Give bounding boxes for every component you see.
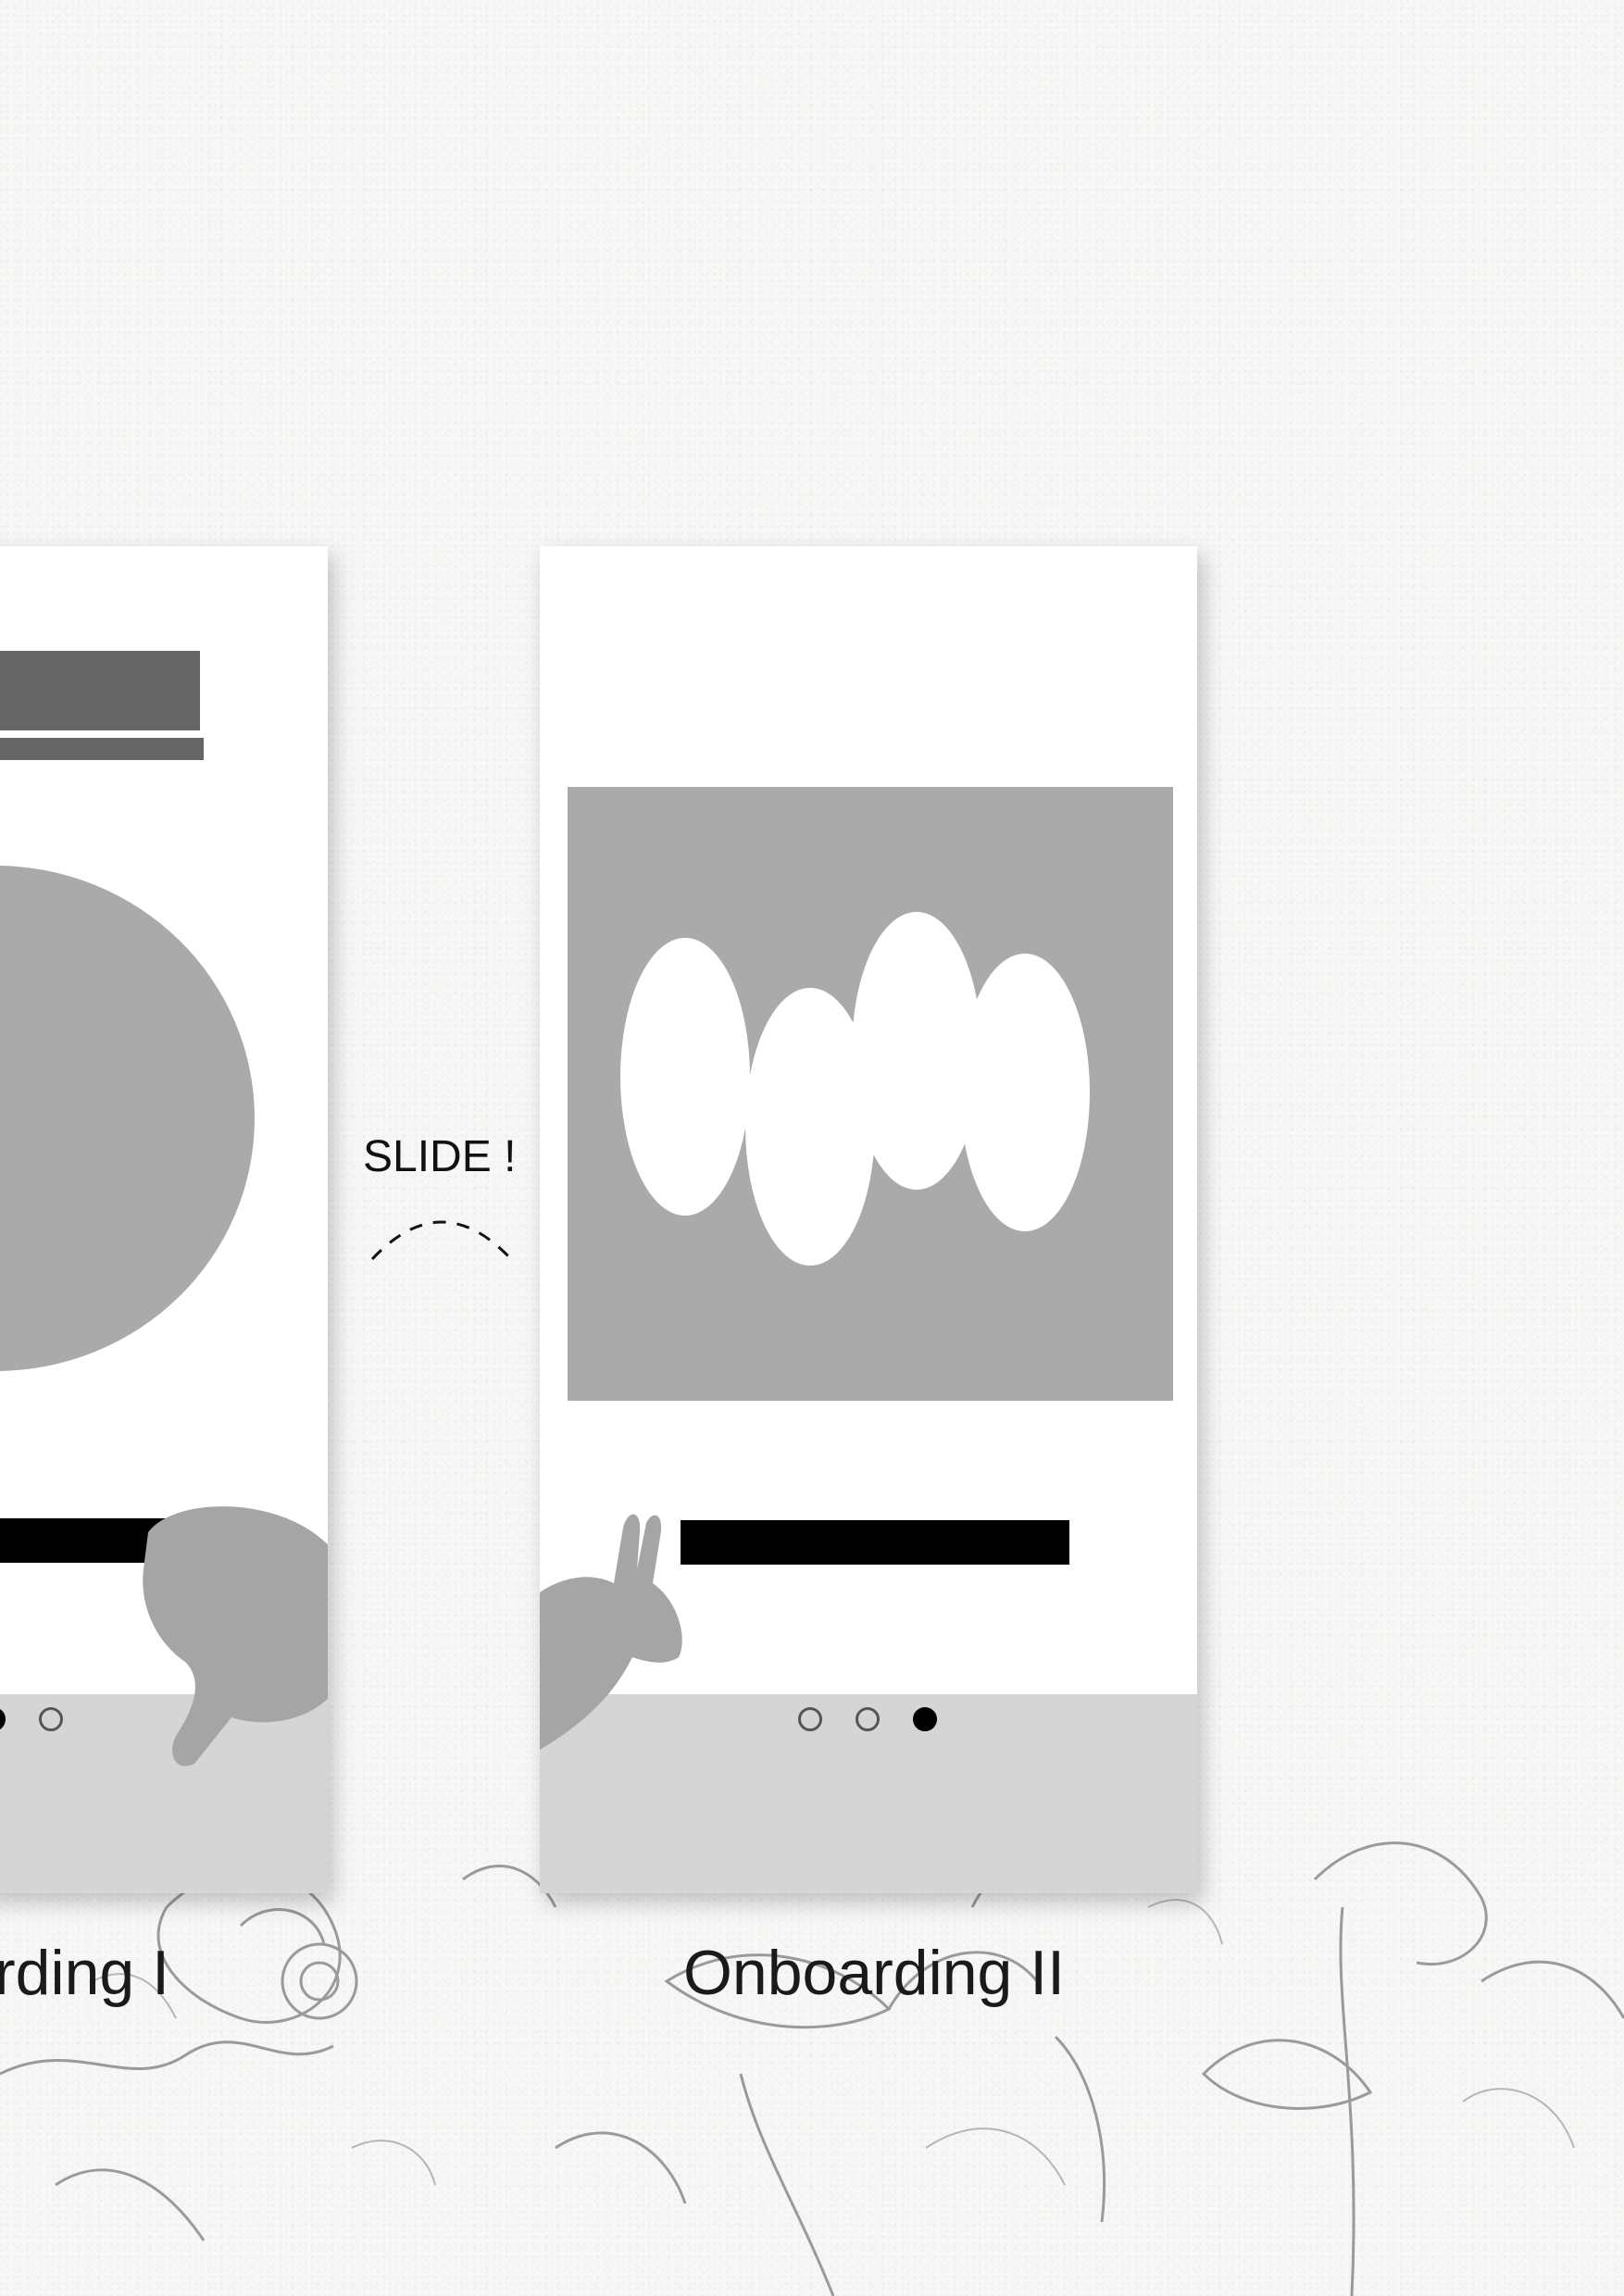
page-dot-3[interactable] xyxy=(913,1707,937,1731)
title-bar xyxy=(0,651,200,730)
rabbit-icon xyxy=(143,1506,328,1766)
slide-hint-label: SLIDE ! xyxy=(363,1132,517,1181)
onboarding-screen-2 xyxy=(540,546,1197,1893)
screen-caption-2: Onboarding II xyxy=(683,1938,1066,2008)
headline-bar xyxy=(681,1520,1069,1565)
subtitle-bar xyxy=(0,738,204,760)
ellipses-shape-icon xyxy=(620,912,1090,1266)
swipe-arc-icon xyxy=(370,1220,513,1261)
page-dot-3[interactable] xyxy=(39,1707,63,1731)
screen-caption-1: rding I xyxy=(0,1938,169,2008)
rabbit-icon xyxy=(540,1514,682,1750)
illustration-placeholder xyxy=(568,787,1173,1401)
page-dot-1[interactable] xyxy=(798,1707,822,1731)
onboarding-screen-1 xyxy=(0,546,328,1893)
illustration-placeholder xyxy=(0,866,255,1371)
page-dot-2[interactable] xyxy=(856,1707,880,1731)
